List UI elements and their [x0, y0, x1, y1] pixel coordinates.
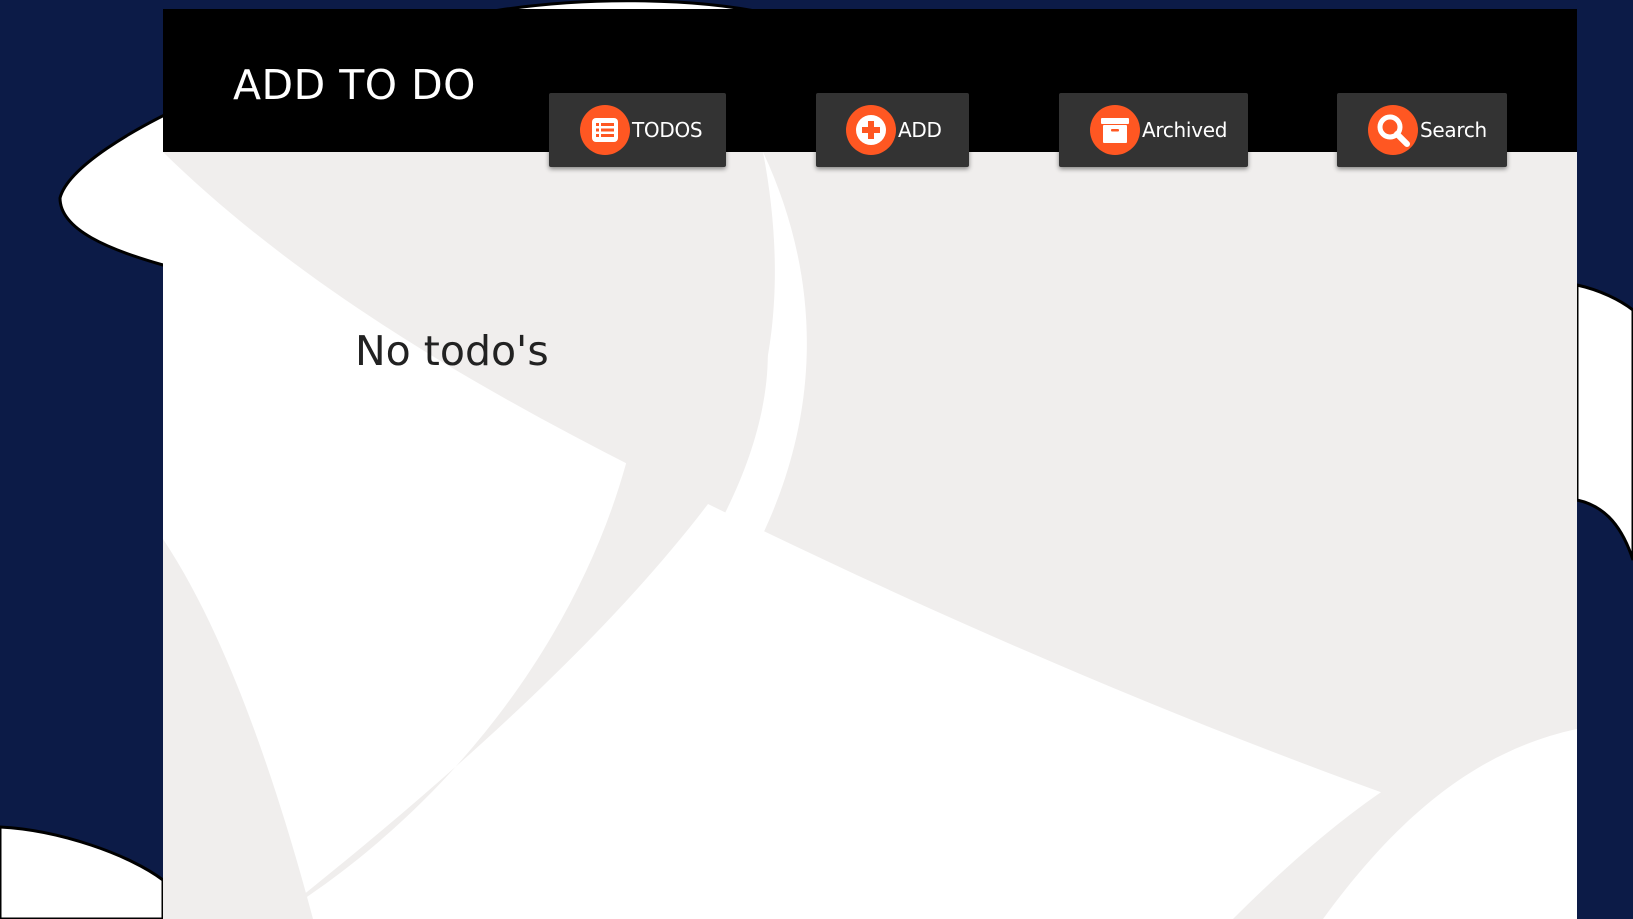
app-title: ADD TO DO	[233, 61, 476, 109]
plus-circle-icon	[846, 105, 896, 155]
empty-state-message: No todo's	[355, 327, 549, 375]
archived-button[interactable]: Archived	[1059, 93, 1248, 167]
todos-button[interactable]: TODOS	[549, 93, 726, 167]
add-button-label: ADD	[898, 118, 942, 142]
search-button-label: Search	[1420, 118, 1487, 142]
search-icon	[1368, 105, 1418, 155]
app-window: ADD TO DO TODOS ADD Archived Search No t…	[163, 9, 1577, 919]
archived-button-label: Archived	[1142, 118, 1228, 142]
add-button[interactable]: ADD	[816, 93, 969, 167]
archive-icon	[1090, 105, 1140, 155]
page-background: ADD TO DO TODOS ADD Archived Search No t…	[0, 0, 1633, 919]
search-button[interactable]: Search	[1337, 93, 1507, 167]
todos-button-label: TODOS	[632, 118, 703, 142]
list-icon	[580, 105, 630, 155]
